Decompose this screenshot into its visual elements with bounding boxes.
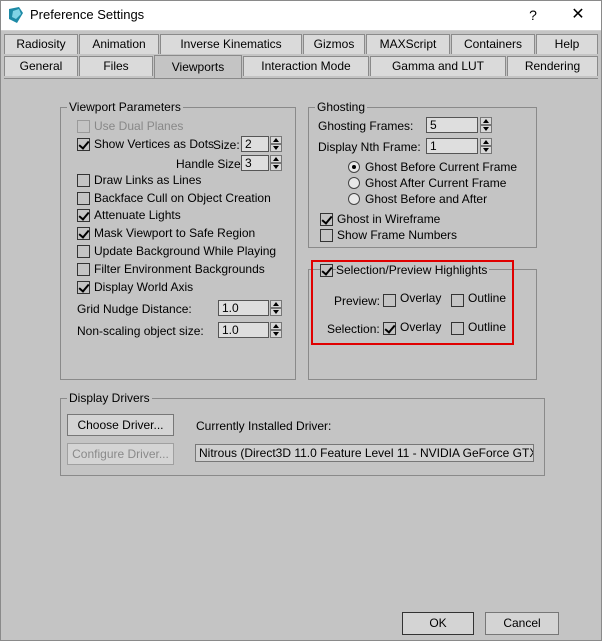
close-button[interactable]: ✕: [567, 4, 589, 26]
attenuate-lights-label: Attenuate Lights: [94, 208, 181, 222]
selection-outline-checkbox[interactable]: [451, 322, 464, 335]
non-scaling-spinner[interactable]: [270, 322, 282, 338]
tab-rendering[interactable]: Rendering: [507, 56, 598, 76]
filter-environment-checkbox[interactable]: [77, 263, 90, 276]
selection-label: Selection:: [327, 322, 380, 336]
ghosting-frames-label: Ghosting Frames:: [318, 119, 414, 133]
ghosting-title: Ghosting: [315, 100, 368, 114]
backface-cull-label: Backface Cull on Object Creation: [94, 191, 271, 205]
ghost-after-label: Ghost After Current Frame: [365, 176, 507, 190]
grid-nudge-input[interactable]: 1.0: [218, 300, 269, 316]
ghost-before-and-after-radio[interactable]: [348, 193, 360, 205]
window-title: Preference Settings: [30, 7, 145, 22]
spinner-up-icon[interactable]: [270, 155, 282, 163]
selection-preview-checkbox[interactable]: [320, 264, 333, 277]
display-drivers-title: Display Drivers: [67, 391, 152, 405]
spinner-up-icon[interactable]: [270, 300, 282, 308]
mask-viewport-label: Mask Viewport to Safe Region: [94, 226, 256, 240]
tab-interaction-mode[interactable]: Interaction Mode: [243, 56, 369, 76]
spinner-down-icon[interactable]: [270, 330, 282, 338]
tab-gamma-and-lut[interactable]: Gamma and LUT: [370, 56, 506, 76]
handle-size-spinner[interactable]: [270, 155, 282, 171]
mask-viewport-checkbox[interactable]: [77, 227, 90, 240]
grid-nudge-label: Grid Nudge Distance:: [77, 302, 192, 316]
spinner-up-icon[interactable]: [270, 136, 282, 144]
ghosting-frames-input[interactable]: 5: [426, 117, 478, 133]
attenuate-lights-checkbox[interactable]: [77, 209, 90, 222]
tab-inverse-kinematics[interactable]: Inverse Kinematics: [160, 34, 302, 54]
spinner-down-icon[interactable]: [270, 163, 282, 171]
tab-containers[interactable]: Containers: [451, 34, 535, 54]
preview-outline-label: Outline: [468, 291, 507, 305]
currently-installed-driver-label: Currently Installed Driver:: [196, 419, 332, 433]
show-frame-numbers-label: Show Frame Numbers: [337, 228, 458, 242]
preview-overlay-checkbox[interactable]: [383, 294, 396, 307]
tab-maxscript[interactable]: MAXScript: [366, 34, 450, 54]
handle-size-input[interactable]: 3: [241, 155, 269, 171]
spinner-down-icon[interactable]: [270, 144, 282, 152]
spinner-down-icon[interactable]: [480, 146, 492, 154]
show-frame-numbers-checkbox[interactable]: [320, 229, 333, 242]
size-label: Size:: [213, 138, 240, 152]
tab-help[interactable]: Help: [536, 34, 598, 54]
tab-files[interactable]: Files: [79, 56, 153, 76]
choose-driver-button[interactable]: Choose Driver...: [67, 414, 174, 436]
preview-outline-checkbox[interactable]: [451, 294, 464, 307]
non-scaling-label: Non-scaling object size:: [77, 324, 204, 338]
selection-overlay-label: Overlay: [400, 320, 442, 334]
display-world-axis-checkbox[interactable]: [77, 281, 90, 294]
ghosting-frames-spinner[interactable]: [480, 117, 492, 133]
use-dual-planes-label: Use Dual Planes: [94, 119, 184, 133]
handle-size-label: Handle Size:: [176, 157, 245, 171]
ghost-before-radio[interactable]: [348, 161, 360, 173]
preview-label: Preview:: [334, 294, 381, 308]
configure-driver-button[interactable]: Configure Driver...: [67, 443, 174, 465]
cancel-button[interactable]: Cancel: [485, 612, 559, 635]
size-spinner[interactable]: [270, 136, 282, 152]
selection-preview-title: Selection/Preview Highlights: [336, 263, 490, 277]
spinner-up-icon[interactable]: [480, 117, 492, 125]
preview-overlay-label: Overlay: [400, 291, 442, 305]
ghost-before-label: Ghost Before Current Frame: [365, 160, 518, 174]
update-background-checkbox[interactable]: [77, 245, 90, 258]
grid-nudge-spinner[interactable]: [270, 300, 282, 316]
display-nth-frame-input[interactable]: 1: [426, 138, 478, 154]
tab-general[interactable]: General: [4, 56, 78, 76]
tab-radiosity[interactable]: Radiosity: [4, 34, 78, 54]
display-world-axis-label: Display World Axis: [94, 280, 194, 294]
selection-overlay-checkbox[interactable]: [383, 322, 396, 335]
tab-viewports[interactable]: Viewports: [154, 55, 242, 78]
ghost-after-radio[interactable]: [348, 177, 360, 189]
viewport-parameters-title: Viewport Parameters: [67, 100, 183, 114]
backface-cull-checkbox[interactable]: [77, 192, 90, 205]
non-scaling-input[interactable]: 1.0: [218, 322, 269, 338]
size-input[interactable]: 2: [241, 136, 269, 152]
installed-driver-field: Nitrous (Direct3D 11.0 Feature Level 11 …: [195, 444, 534, 462]
display-nth-frame-label: Display Nth Frame:: [318, 140, 421, 154]
tab-gizmos[interactable]: Gizmos: [303, 34, 365, 54]
update-background-label: Update Background While Playing: [94, 244, 277, 258]
use-dual-planes-checkbox[interactable]: [77, 120, 90, 133]
ok-button[interactable]: OK: [402, 612, 474, 635]
display-nth-frame-spinner[interactable]: [480, 138, 492, 154]
app-logo-icon: [9, 7, 23, 23]
filter-environment-label: Filter Environment Backgrounds: [94, 262, 265, 276]
show-vertices-as-dots-checkbox[interactable]: [77, 138, 90, 151]
spinner-down-icon[interactable]: [480, 125, 492, 133]
spinner-up-icon[interactable]: [480, 138, 492, 146]
help-button[interactable]: ?: [522, 4, 544, 26]
show-vertices-as-dots-label: Show Vertices as Dots: [94, 137, 215, 151]
tab-animation[interactable]: Animation: [79, 34, 159, 54]
spinner-up-icon[interactable]: [270, 322, 282, 330]
spinner-down-icon[interactable]: [270, 308, 282, 316]
ghost-before-and-after-label: Ghost Before and After: [365, 192, 488, 206]
tab-divider: [4, 78, 598, 79]
selection-outline-label: Outline: [468, 320, 507, 334]
ghost-in-wireframe-checkbox[interactable]: [320, 213, 333, 226]
draw-links-as-lines-checkbox[interactable]: [77, 174, 90, 187]
draw-links-as-lines-label: Draw Links as Lines: [94, 173, 202, 187]
ghost-in-wireframe-label: Ghost in Wireframe: [337, 212, 441, 226]
